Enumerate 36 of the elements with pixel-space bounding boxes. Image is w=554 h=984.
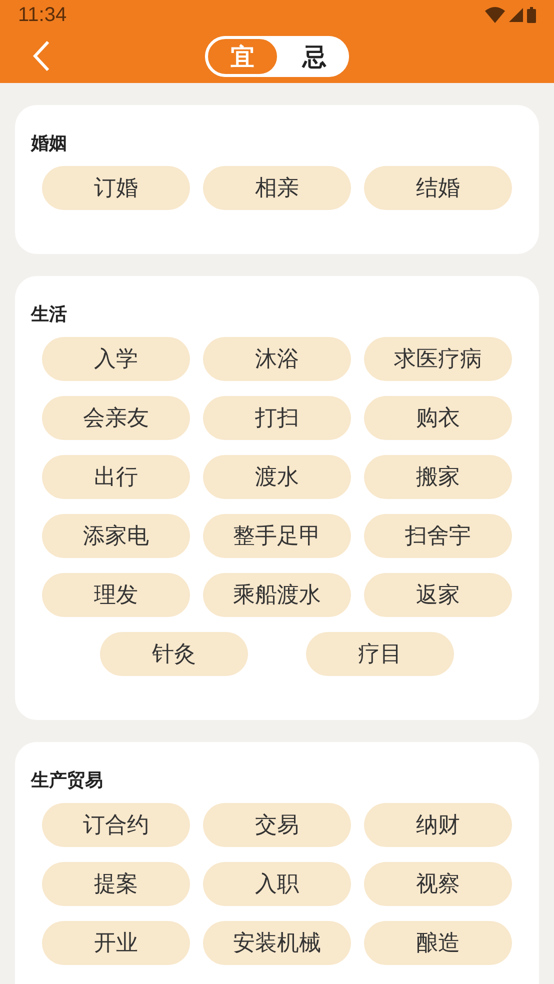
tag-chip[interactable]: 相亲 (203, 166, 351, 210)
tag-chip[interactable]: 针灸 (100, 632, 248, 676)
signal-icon (509, 8, 523, 22)
tag-chip[interactable]: 疗目 (306, 632, 454, 676)
tag-chip[interactable]: 提案 (42, 862, 190, 906)
tag-chip[interactable]: 添家电 (42, 514, 190, 558)
tag-chip[interactable]: 扫舍宇 (364, 514, 512, 558)
section-title: 婚姻 (31, 132, 68, 155)
tag-chip[interactable]: 出行 (42, 455, 190, 499)
status-time: 11:34 (18, 4, 67, 26)
battery-icon (527, 7, 536, 23)
tag-chip[interactable]: 结婚 (364, 166, 512, 210)
tag-chip[interactable]: 开业 (42, 921, 190, 965)
tag-chip[interactable]: 纳财 (364, 803, 512, 847)
tag-chip[interactable]: 视察 (364, 862, 512, 906)
tag-chip[interactable]: 求医疗病 (364, 337, 512, 381)
tag-chip[interactable]: 交易 (203, 803, 351, 847)
tag-chip[interactable]: 搬家 (364, 455, 512, 499)
tag-chip[interactable]: 酿造 (364, 921, 512, 965)
tag-chip[interactable]: 返家 (364, 573, 512, 617)
tag-chip[interactable]: 购衣 (364, 396, 512, 440)
tag-chip[interactable]: 安装机械 (203, 921, 351, 965)
tag-chip[interactable]: 入职 (203, 862, 351, 906)
tag-chip[interactable]: 渡水 (203, 455, 351, 499)
section-title: 生产贸易 (31, 769, 104, 792)
wifi-icon (485, 7, 505, 23)
tag-chip[interactable]: 理发 (42, 573, 190, 617)
section-title: 生活 (31, 303, 68, 326)
tag-chip[interactable]: 打扫 (203, 396, 351, 440)
tag-chip[interactable]: 整手足甲 (203, 514, 351, 558)
tag-chip[interactable]: 沐浴 (203, 337, 351, 381)
tag-chip[interactable]: 入学 (42, 337, 190, 381)
tag-chip[interactable]: 订合约 (42, 803, 190, 847)
tag-chip[interactable]: 订婚 (42, 166, 190, 210)
tag-chip[interactable]: 乘船渡水 (203, 573, 351, 617)
tag-chip[interactable]: 会亲友 (42, 396, 190, 440)
